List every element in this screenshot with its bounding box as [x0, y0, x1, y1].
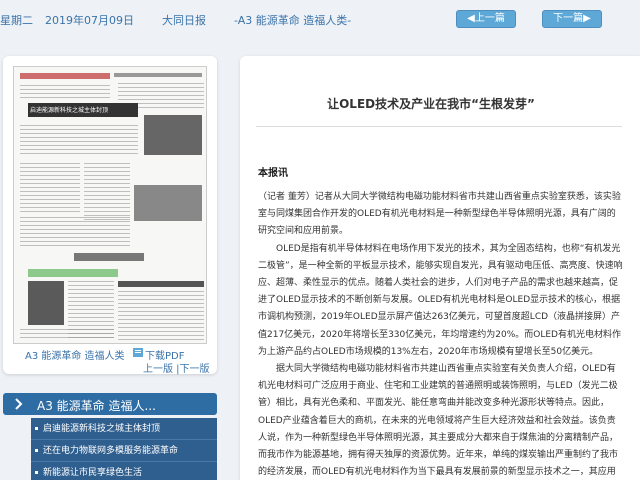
list-item[interactable]: 还在电力物联网多模服务能源革命 — [31, 440, 217, 462]
section-article-list: 启迪能源新科技之城主体封顶 还在电力物联网多模服务能源革命 新能源让市民享绿色生… — [31, 418, 217, 480]
title-divider — [256, 126, 622, 127]
newspaper-name: 大同日报 — [162, 14, 206, 27]
weekday: 星期二 — [0, 14, 33, 27]
text-block — [20, 329, 114, 341]
text-block — [20, 163, 80, 213]
article-title: 让OLED技术及产业在我市“生根发芽” — [327, 97, 535, 111]
prev-article-button[interactable]: ◀上一篇 — [456, 10, 516, 28]
download-icon — [133, 348, 143, 357]
thumbnail-photo — [134, 185, 202, 221]
list-item[interactable]: 新能源让市民享绿色生活 — [31, 462, 217, 480]
issue-meta: 星期二 2019年07月09日 大同日报 -A3 能源革命 造福人类- — [0, 12, 363, 28]
thumbnail-photo — [144, 115, 202, 155]
newspaper-page-thumbnail[interactable]: 启迪能源新科技之城主体封顶 — [13, 66, 207, 344]
section-nav-header[interactable]: A3 能源革命 造福人... — [3, 393, 217, 415]
thumbnail-headline: 启迪能源新科技之城主体封顶 — [30, 107, 109, 114]
article-paragraph: 据大同大学微结构电磁功能材料省市共建山西省重点实验室有关负责人介绍，OLED有机… — [258, 364, 619, 478]
next-label: 下一篇 — [553, 13, 584, 24]
article-body: （记者 董芳）记者从大同大学微结构电磁功能材料省市共建山西省重点实验室获悉，该实… — [258, 189, 624, 480]
section-nav-title: A3 能源革命 造福人... — [37, 399, 156, 413]
thumbnail-banner — [28, 269, 118, 277]
thumbnail-banner — [118, 281, 204, 287]
page-pager-links[interactable]: 上一版 |下一版 — [143, 360, 210, 375]
page-label-link[interactable]: A3 能源革命 造福人类 — [25, 347, 125, 362]
thumbnail-banner — [74, 253, 144, 261]
prev-arrow-icon: ◀ — [467, 13, 475, 24]
masthead-graphic — [20, 73, 110, 79]
next-arrow-icon: ▶ — [583, 13, 591, 24]
masthead-rule — [114, 73, 202, 77]
section-name: -A3 能源革命 造福人类- — [234, 14, 352, 27]
article-paragraph: OLED是指有机半导体材料在电场作用下发光的技术，其为全固态结构，也称“有机发光… — [258, 243, 623, 357]
text-block — [20, 217, 130, 247]
text-block — [118, 291, 204, 341]
prev-label: 上一篇 — [474, 13, 505, 24]
text-block — [20, 85, 110, 99]
thumbnail-photo — [28, 281, 64, 325]
issue-date: 2019年07月09日 — [45, 14, 134, 27]
next-article-button[interactable]: 下一篇▶ — [542, 10, 602, 28]
top-bar: 星期二 2019年07月09日 大同日报 -A3 能源革命 造福人类- ◀上一篇 下一… — [0, 0, 640, 38]
article-byline: 本报讯 — [258, 168, 288, 179]
chevron-right-icon — [15, 398, 23, 410]
text-block — [20, 125, 138, 155]
list-item[interactable]: 启迪能源新科技之城主体封顶 — [31, 418, 217, 440]
page-thumbnail-panel: 启迪能源新科技之城主体封顶 A3 能源革命 造福人类 下载PDF 上一版 |下一… — [3, 56, 217, 375]
text-block — [84, 163, 130, 223]
article-paragraph: （记者 董芳）记者从大同大学微结构电磁功能材料省市共建山西省重点实验室获悉，该实… — [258, 192, 621, 237]
article-panel: 让OLED技术及产业在我市“生根发芽” 本报讯 （记者 董芳）记者从大同大学微结… — [240, 56, 640, 480]
